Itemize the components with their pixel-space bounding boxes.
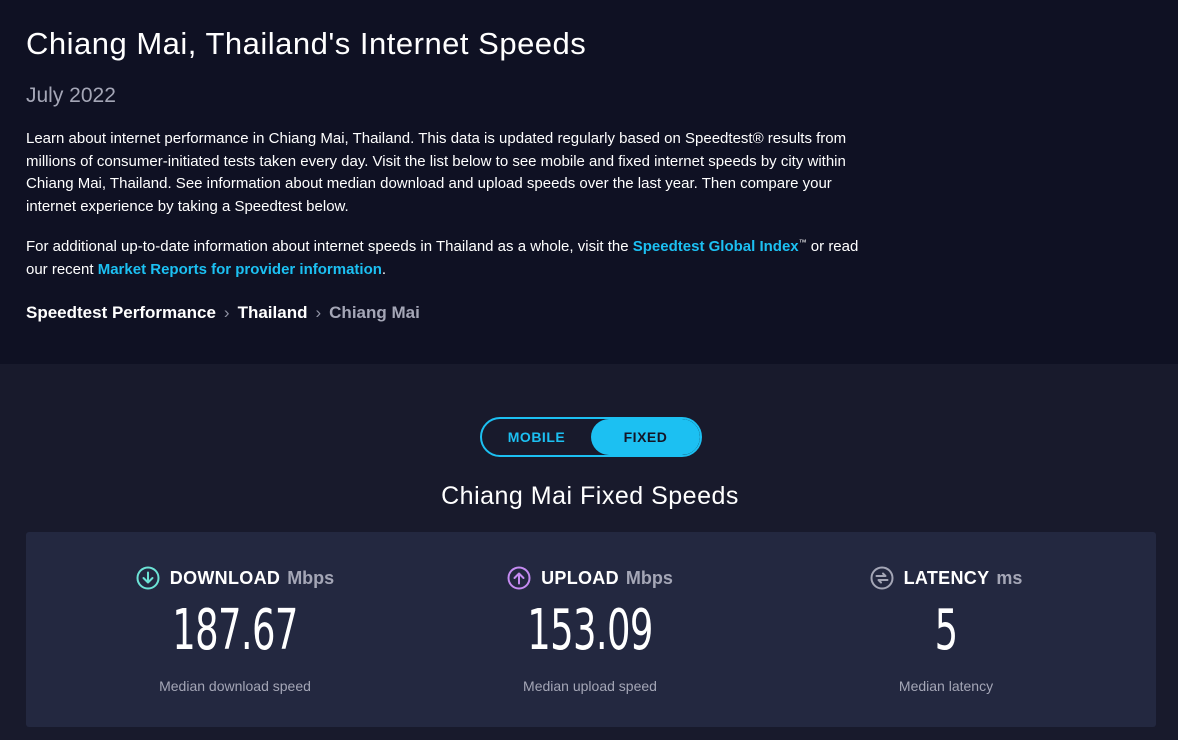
upload-stat: UPLOAD Mbps 153.09 Median upload speed [410,532,770,727]
page-title: Chiang Mai, Thailand's Internet Speeds [26,26,587,61]
intro-paragraph: Learn about internet performance in Chia… [26,130,847,215]
page-date: July 2022 [26,84,116,107]
additional-info-prefix: For additional up-to-date information ab… [26,238,633,255]
connection-type-toggle: MOBILE FIXED [480,417,702,457]
download-arrow-icon [136,566,160,590]
download-stat: DOWNLOAD Mbps 187.67 Median download spe… [55,532,415,727]
download-unit: Mbps [287,567,335,588]
upload-stat-header: UPLOAD Mbps [410,566,770,590]
breadcrumb: Speedtest Performance › Thailand › Chian… [26,303,420,323]
download-caption: Median download speed [159,678,311,694]
upload-unit: Mbps [625,567,673,588]
market-reports-link[interactable]: Market Reports for provider information [98,261,382,278]
section-title: Chiang Mai Fixed Speeds [441,482,739,510]
breadcrumb-separator-icon: › [315,303,322,322]
latency-icon [870,566,894,590]
upload-arrow-icon [507,566,531,590]
mobile-toggle-button[interactable]: MOBILE [482,419,591,455]
latency-stat: LATENCY ms 5 Median latency [766,532,1126,727]
latency-unit: ms [996,567,1023,588]
trademark-mark: ™ [798,238,807,247]
breadcrumb-speedtest-performance[interactable]: Speedtest Performance [26,303,216,323]
additional-info-paragraph: For additional up-to-date information ab… [26,231,866,281]
additional-info-suffix: . [381,261,387,278]
latency-value: 5 [934,598,959,663]
download-label: DOWNLOAD [169,567,281,588]
upload-label: UPLOAD [541,567,619,588]
download-value: 187.67 [172,598,298,663]
fixed-toggle-button[interactable]: FIXED [591,419,700,455]
breadcrumb-current: Chiang Mai [329,303,420,322]
latency-stat-header: LATENCY ms [766,566,1126,590]
latency-caption: Median latency [898,678,994,694]
latency-label: LATENCY [903,567,990,588]
speed-stats-card: DOWNLOAD Mbps 187.67 Median download spe… [26,532,1156,727]
breadcrumb-thailand[interactable]: Thailand [238,303,308,323]
upload-value: 153.09 [527,598,653,663]
upload-caption: Median upload speed [523,678,657,694]
speeds-section: MOBILE FIXED Chiang Mai Fixed Speeds DOW… [0,364,1178,740]
page-header: Chiang Mai, Thailand's Internet Speeds J… [0,0,1178,364]
download-stat-header: DOWNLOAD Mbps [55,566,415,590]
speedtest-global-index-link[interactable]: Speedtest Global Index™ [633,238,807,255]
speedtest-global-index-link-text: Speedtest Global Index [632,238,799,255]
breadcrumb-separator-icon: › [223,303,230,322]
